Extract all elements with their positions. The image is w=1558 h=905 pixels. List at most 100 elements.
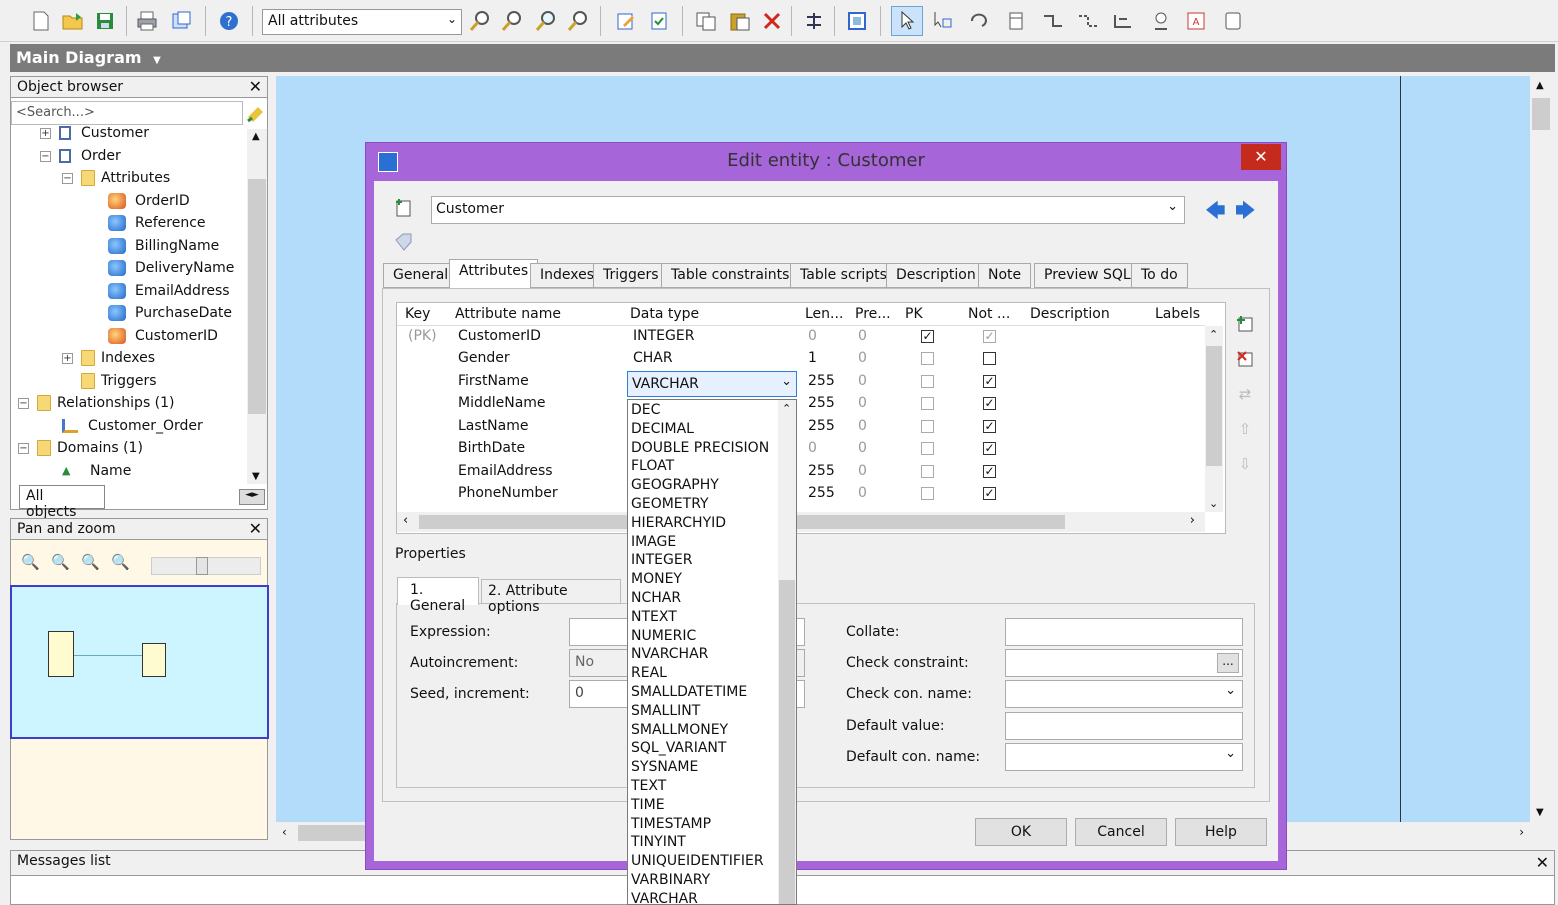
collate-input[interactable] — [1005, 618, 1243, 646]
tree-item-name[interactable]: ▲ Name — [62, 460, 131, 482]
tree-item-reference[interactable]: Reference — [108, 212, 206, 234]
close-icon[interactable]: ✕ — [249, 519, 262, 538]
row-length-cell[interactable]: 255 — [808, 463, 835, 479]
ellipsis-button[interactable]: ... — [1217, 653, 1239, 673]
scroll-down-icon[interactable]: ▼ — [1536, 807, 1544, 818]
zoom-actual-icon[interactable] — [565, 8, 591, 34]
self-relation-icon[interactable] — [1111, 8, 1137, 34]
move-down-icon[interactable]: ⇩ — [1236, 455, 1254, 473]
zoom-fit-icon[interactable] — [533, 8, 559, 34]
not-null-checkbox[interactable]: ✓ — [983, 465, 996, 478]
lasso-tool-icon[interactable] — [966, 8, 992, 34]
tag-icon[interactable] — [394, 232, 414, 252]
data-type-option[interactable]: DECIMAL — [628, 420, 778, 439]
new-file-icon[interactable] — [28, 8, 54, 34]
row-attribute-name-cell[interactable]: BirthDate — [458, 440, 525, 456]
image-tool-icon[interactable] — [1220, 8, 1246, 34]
cancel-button[interactable]: Cancel — [1075, 818, 1167, 846]
tree-item-emailaddress[interactable]: EmailAddress — [108, 280, 230, 302]
previous-entity-icon[interactable]: 🡄 — [1205, 196, 1226, 230]
not-null-checkbox[interactable]: ✓ — [983, 487, 996, 500]
row-length-cell[interactable]: 255 — [808, 485, 835, 501]
scroll-right-icon[interactable]: › — [1519, 825, 1524, 839]
move-up-icon[interactable]: ⇧ — [1236, 420, 1254, 438]
data-type-dropdown-list[interactable]: DEC DECIMAL DOUBLE PRECISION FLOAT GEOGRAPHY… — [627, 399, 797, 905]
grid-vscroll[interactable]: ⌃ ⌄ — [1205, 326, 1223, 512]
duplicate-attribute-icon[interactable]: ⇄ — [1236, 385, 1254, 403]
pk-checkbox[interactable] — [921, 375, 934, 388]
data-type-option[interactable]: SYSNAME — [628, 758, 778, 777]
grid-hscroll[interactable]: ‹ › — [397, 512, 1205, 532]
tab-to-do[interactable]: To do — [1131, 263, 1188, 288]
tree-item-customerid[interactable]: CustomerID — [108, 325, 218, 347]
close-icon[interactable]: ✕ — [249, 77, 262, 96]
edit-icon[interactable] — [613, 8, 639, 34]
next-entity-icon[interactable]: 🡆 — [1235, 196, 1256, 230]
data-type-option[interactable]: MONEY — [628, 570, 778, 589]
print-preview-icon[interactable] — [168, 8, 194, 34]
tree-item-domains[interactable]: − Domains (1) — [18, 437, 143, 459]
data-type-option[interactable]: IMAGE — [628, 533, 778, 552]
pk-checkbox[interactable] — [921, 420, 934, 433]
tree-item-customer-order[interactable]: Customer_Order — [62, 415, 203, 437]
not-null-checkbox[interactable]: ✓ — [983, 420, 996, 433]
zoom-in-icon[interactable]: 🔍 — [21, 553, 40, 571]
zoom-slider-thumb[interactable] — [196, 557, 208, 575]
scroll-up-icon[interactable]: ⌃ — [782, 402, 791, 415]
tab-note[interactable]: Note — [978, 263, 1032, 288]
open-folder-icon[interactable] — [60, 8, 86, 34]
data-type-option[interactable]: NVARCHAR — [628, 645, 778, 664]
add-attribute-icon[interactable] — [1236, 315, 1254, 333]
data-type-option[interactable]: SMALLMONEY — [628, 721, 778, 740]
collapse-icon[interactable]: − — [18, 397, 29, 409]
data-type-option[interactable]: TIMESTAMP — [628, 815, 778, 834]
data-type-option[interactable]: TIME — [628, 796, 778, 815]
copy-icon[interactable] — [693, 8, 719, 34]
data-type-option[interactable]: NUMERIC — [628, 627, 778, 646]
column-header-data-type[interactable]: Data type — [630, 306, 699, 322]
identifying-relation-icon[interactable] — [1075, 8, 1101, 34]
expand-icon[interactable]: + — [40, 127, 51, 139]
check-constraint-input[interactable]: ... — [1005, 649, 1243, 677]
not-null-checkbox[interactable]: ✓ — [983, 397, 996, 410]
tab-preview-sql[interactable]: Preview SQL — [1034, 263, 1141, 288]
data-type-option[interactable]: HIERARCHYID — [628, 514, 778, 533]
row-length-cell[interactable]: 255 — [808, 418, 835, 434]
row-attribute-name-cell[interactable]: Gender — [458, 350, 510, 366]
row-attribute-name-cell[interactable]: LastName — [458, 418, 528, 434]
data-type-option[interactable]: SMALLINT — [628, 702, 778, 721]
delete-attribute-icon[interactable] — [1236, 350, 1254, 368]
default-value-input[interactable] — [1005, 712, 1243, 740]
zoom-out-icon[interactable]: 🔍 — [51, 553, 70, 571]
scroll-left-icon[interactable]: ‹ — [282, 825, 287, 839]
column-header-length[interactable]: Len... — [805, 306, 843, 322]
align-icon[interactable] — [801, 8, 827, 34]
pk-checkbox[interactable] — [921, 442, 934, 455]
entity-tool-icon[interactable] — [1003, 8, 1029, 34]
zoom-in-icon[interactable] — [467, 8, 493, 34]
delete-icon[interactable] — [759, 8, 785, 34]
row-data-type-cell[interactable]: INTEGER — [633, 328, 694, 344]
data-type-option[interactable]: TEXT — [628, 777, 778, 796]
row-precision-cell[interactable]: 0 — [858, 350, 867, 366]
expand-icon[interactable]: + — [62, 352, 73, 364]
row-length-cell[interactable]: 0 — [808, 440, 817, 456]
row-length-cell[interactable]: 255 — [808, 395, 835, 411]
tab-table-constraints[interactable]: Table constraints — [661, 263, 800, 288]
row-attribute-name-cell[interactable]: PhoneNumber — [458, 485, 558, 501]
not-null-checkbox[interactable]: ✓ — [983, 442, 996, 455]
column-header-not-null[interactable]: Not ... — [968, 306, 1010, 322]
dropdown-scrollbar[interactable]: ⌃ — [778, 400, 796, 904]
row-attribute-name-cell[interactable]: EmailAddress — [458, 463, 553, 479]
default-con-name-select[interactable]: ⌄ — [1005, 743, 1243, 771]
row-precision-cell[interactable]: 0 — [858, 373, 867, 389]
tree-item-attributes[interactable]: − Attributes — [62, 167, 170, 189]
tab-attribute-options[interactable]: 2. Attribute options — [481, 579, 621, 615]
row-key-cell[interactable]: (PK) — [408, 328, 437, 344]
zoom-reset-icon[interactable]: 🔍 — [111, 553, 130, 571]
data-type-option[interactable]: SQL_VARIANT — [628, 739, 778, 758]
ok-button[interactable]: OK — [975, 818, 1067, 846]
data-type-option[interactable]: VARBINARY — [628, 871, 778, 890]
data-type-option[interactable]: GEOMETRY — [628, 495, 778, 514]
help-button[interactable]: Help — [1175, 818, 1267, 846]
